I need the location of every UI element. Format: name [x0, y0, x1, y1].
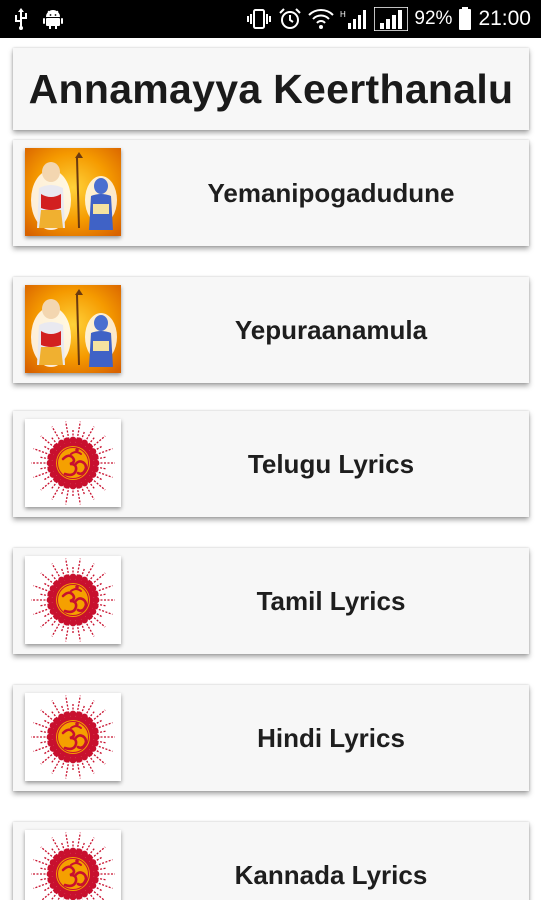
- status-bar-left: [14, 6, 64, 32]
- item-label: Telugu Lyrics: [247, 448, 415, 479]
- saint-image: [25, 148, 121, 236]
- alarm-icon: [278, 7, 302, 31]
- status-bar: H 92% 21:00: [0, 0, 541, 38]
- battery-percent: 92%: [414, 8, 453, 29]
- vibrate-icon: [246, 8, 272, 30]
- signal-icon: [374, 7, 409, 31]
- item-label: Kannada Lyrics: [234, 859, 428, 890]
- list-item[interactable]: Yepuraanamula: [13, 277, 529, 383]
- title-card: Annamayya Keerthanalu: [13, 48, 529, 130]
- om-sun-icon: [25, 556, 121, 644]
- om-sun-icon: [25, 693, 121, 781]
- item-label: Tamil Lyrics: [256, 585, 406, 616]
- saint-image: [25, 285, 121, 373]
- list-item[interactable]: Tamil Lyrics: [13, 548, 529, 654]
- item-label: Hindi Lyrics: [257, 722, 405, 753]
- list-item[interactable]: Hindi Lyrics: [13, 685, 529, 791]
- om-sun-icon: [25, 419, 121, 507]
- item-label: Yemanipogadudune: [207, 177, 455, 208]
- list-item[interactable]: Kannada Lyrics: [13, 822, 529, 900]
- om-sun-icon: [25, 830, 121, 900]
- clock: 21:00: [478, 7, 531, 30]
- usb-icon: [14, 8, 28, 30]
- list-item[interactable]: Telugu Lyrics: [13, 411, 529, 517]
- svg-text:H: H: [340, 10, 346, 19]
- wifi-icon: [308, 8, 335, 30]
- status-bar-right: H 92% 21:00: [246, 6, 531, 32]
- list-item[interactable]: Yemanipogadudune: [13, 140, 529, 246]
- android-icon: [42, 8, 64, 30]
- signal-icon: H: [340, 7, 368, 31]
- item-label: Yepuraanamula: [234, 314, 428, 345]
- app-title: Annamayya Keerthanalu: [28, 65, 514, 112]
- battery-icon: [458, 7, 472, 31]
